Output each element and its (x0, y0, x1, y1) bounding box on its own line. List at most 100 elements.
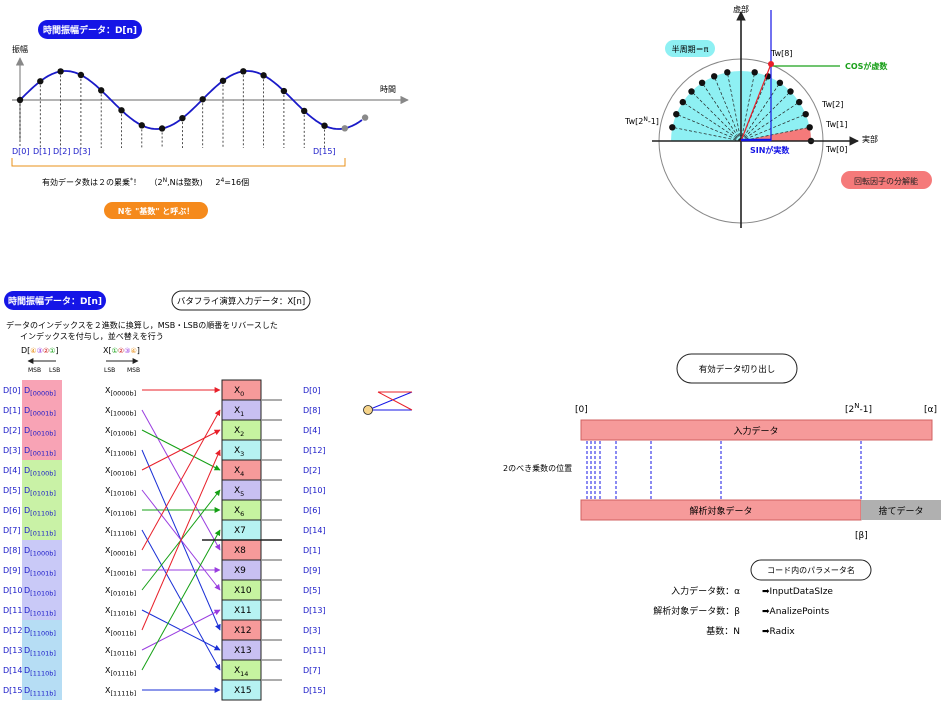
twiddle-point (776, 79, 784, 87)
sample-dot (341, 125, 348, 132)
rotation-label: 回転因子の分解能 (854, 176, 918, 186)
wave-label-d0: D[0] (12, 147, 30, 156)
param-value-beta: ➡AnalizePoints (762, 607, 830, 617)
analysis-data-bar-label: 解析対象データ (689, 505, 752, 517)
sample-dot (37, 78, 44, 85)
output-index-label: D[9] (303, 566, 321, 575)
row-index-label: D[4] (3, 466, 21, 475)
x-input-label: X[0101b] (105, 586, 136, 598)
index-alpha: [α] (924, 405, 937, 415)
sample-dot (138, 122, 145, 129)
twN-label: Tw[2N-1] (624, 116, 659, 126)
twiddle-point (688, 88, 695, 95)
twiddle-point (806, 124, 813, 131)
valid-data-panel: 有効データ切り出し [0] [2N-1] [α] 入力データ 2のべき乗数の位置… (503, 353, 941, 637)
row-index-label: D[7] (3, 526, 21, 535)
x-input-label: X[0011b] (105, 626, 136, 638)
wave-label-d1: D[1] (33, 147, 51, 156)
d-lsb-label: LSB (49, 367, 60, 374)
x-input-label: X[0111b] (105, 666, 136, 678)
wave-note: 有効データ数は２の累乗*！ （2N,Nは整数) 24=16個 (42, 177, 249, 187)
wave-x-label: 時間 (380, 85, 396, 94)
x-input-label: X[1010b] (105, 486, 136, 498)
index-beta: [β] (855, 531, 868, 541)
output-index-label: D[12] (303, 446, 326, 455)
index-2n-1: [2N-1] (845, 402, 872, 415)
output-index-label: D[0] (303, 386, 321, 395)
sample-dot (321, 122, 328, 129)
box-label: X7 (234, 526, 246, 536)
row-index-label: D[5] (3, 486, 21, 495)
row-index-label: D[9] (3, 566, 21, 575)
output-index-label: D[10] (303, 486, 326, 495)
output-index-label: D[4] (303, 426, 321, 435)
output-index-label: D[15] (303, 686, 326, 695)
input-data-bar-label: 入力データ (733, 425, 778, 437)
output-index-label: D[11] (303, 646, 326, 655)
x-input-label: X[0001b] (105, 546, 136, 558)
sample-dot (301, 107, 308, 115)
output-index-label: D[14] (303, 526, 326, 535)
x-input-label: X[0000b] (105, 386, 136, 398)
bit-reversal-panel: 時間振幅データ：D[n] バタフライ演算入力データ：X[n] データのインデック… (3, 290, 413, 701)
box-label: X13 (234, 646, 252, 656)
tw8-label: Tw[8] (770, 49, 792, 58)
twiddle-point (796, 98, 803, 106)
cos-label: COSが虚数 (845, 61, 888, 71)
twiddle-point (711, 73, 718, 80)
param-label-alpha: 入力データ数：α (671, 585, 740, 597)
x-input-label: X[0110b] (105, 506, 136, 518)
twiddle-point (679, 98, 686, 106)
sample-dot (57, 68, 64, 75)
half-period-label: 半周期＝π (672, 44, 709, 54)
x-lsb-label: LSB (104, 367, 115, 374)
d-bit-order: D[④③②①] (21, 346, 59, 355)
imag-axis-label: 虚部 (733, 4, 749, 14)
param-value-alpha: ➡InputDataSIze (762, 587, 833, 597)
sample-dot (219, 77, 227, 84)
output-index-label: D[5] (303, 586, 321, 595)
row-index-label: D[8] (3, 546, 21, 555)
output-index-label: D[2] (303, 466, 321, 475)
box-label: X12 (234, 626, 252, 636)
x-input-label: X[0010b] (105, 466, 136, 478)
sample-dot (179, 114, 186, 122)
wave-title: 時間振幅データ：D[n] (43, 24, 137, 36)
x-input-label: X[1001b] (105, 566, 136, 578)
twiddle-point (673, 111, 680, 118)
wave-label-d15: D[15] (313, 147, 336, 156)
x-input-label: X[1110b] (105, 526, 136, 538)
sin-label: SINが実数 (750, 145, 790, 155)
tw2-label: Tw[2] (821, 100, 843, 109)
twiddle-point (751, 69, 758, 76)
sample-dot (98, 87, 105, 94)
x-input-label: X[0100b] (105, 426, 136, 438)
sample-dot (158, 125, 166, 132)
index-0: [0] (575, 405, 588, 415)
twiddle-point (698, 79, 706, 87)
sample-dot (240, 68, 247, 75)
tw0-label: Tw[0] (825, 145, 847, 154)
output-index-label: D[8] (303, 406, 321, 415)
twiddle-point (787, 88, 794, 95)
sample-dot (361, 114, 369, 121)
twiddle-point (669, 124, 676, 131)
d-msb-label: MSB (28, 367, 41, 374)
reorder-desc-2: インデックスを付与し，並べ替えを行う (20, 331, 164, 341)
param-value-n: ➡Radix (762, 627, 795, 637)
row-index-label: D[2] (3, 426, 21, 435)
wave-label-d3: D[3] (73, 147, 91, 156)
x-bit-order: X[①②③④] (103, 346, 140, 355)
x-msb-label: MSB (127, 367, 140, 374)
row-index-label: D[3] (3, 446, 21, 455)
params-title: コード内のパラメータ名 (767, 565, 855, 575)
power-position-label: 2のべき乗数の位置 (503, 463, 572, 473)
base-label: Nを "基数" と呼ぶ！ (118, 206, 195, 216)
butterfly-icon (363, 391, 413, 415)
power-of-two-marks (586, 441, 862, 499)
twiddle-point (724, 69, 731, 76)
input-data-label: バタフライ演算入力データ：X[n] (177, 296, 305, 307)
unit-circle-panel: 虚部 実部 半周期＝π COSが虚数 SINが実数 Tw[8] Tw[2] Tw… (624, 4, 932, 228)
x-input-label: X[1100b] (105, 446, 136, 458)
wave-y-label: 振幅 (12, 44, 28, 54)
